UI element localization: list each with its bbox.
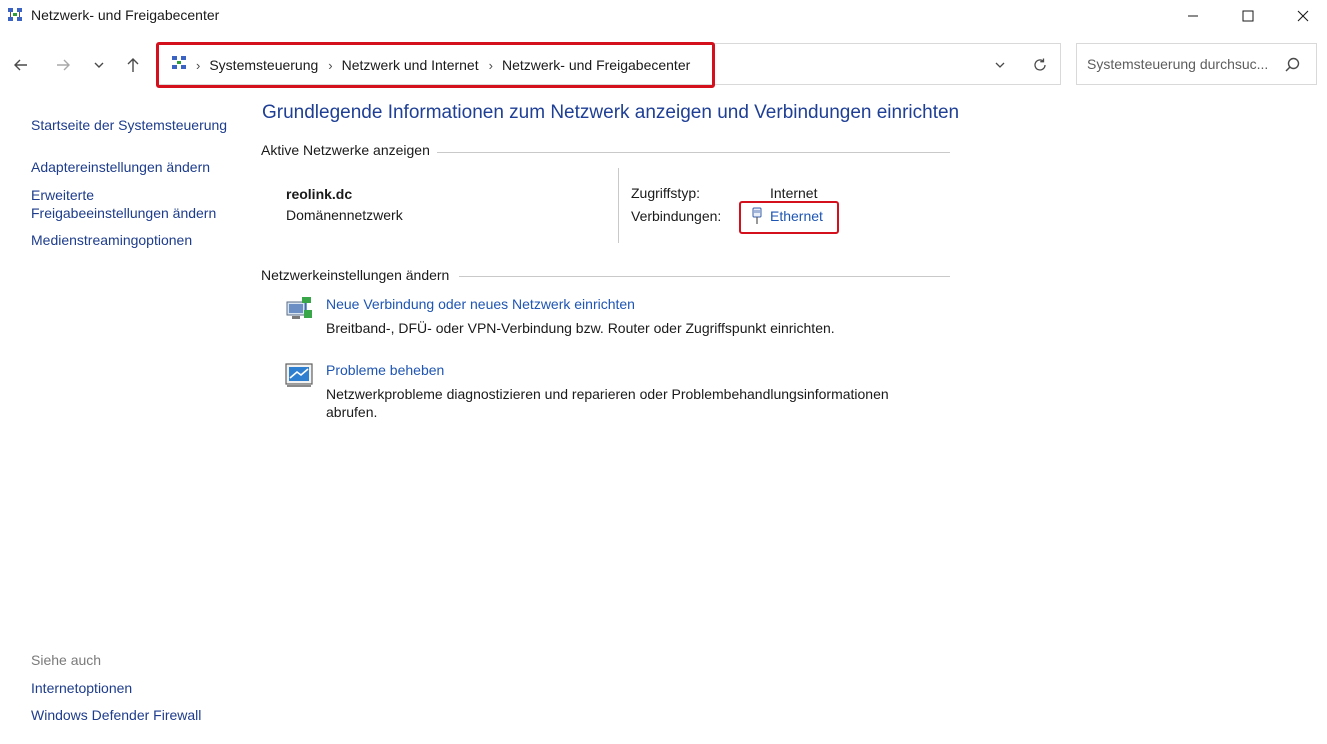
- section-divider: [437, 152, 950, 153]
- breadcrumb-netzwerk-internet[interactable]: Netzwerk und Internet: [342, 57, 479, 73]
- arrow-right-icon: [57, 59, 70, 71]
- access-type-value: Internet: [770, 185, 818, 201]
- control-panel-icon: [172, 56, 186, 69]
- title-bar: Netzwerk- und Freigabecenter: [0, 0, 1327, 32]
- network-category: Domänennetzwerk: [286, 207, 403, 223]
- breadcrumb-separator-icon[interactable]: ›: [489, 58, 493, 73]
- sidebar-link-sharing-line1: Erweiterte: [31, 187, 95, 203]
- sidebar-link-sharing-settings[interactable]: Erweiterte Freigabeeinstellungen ändern: [31, 186, 231, 222]
- maximize-icon: [1242, 10, 1254, 22]
- new-connection-description: Breitband-, DFÜ- oder VPN-Verbindung bzw…: [326, 320, 835, 336]
- sidebar-link-adapter-settings[interactable]: Adaptereinstellungen ändern: [31, 158, 210, 176]
- minimize-icon: [1188, 15, 1198, 17]
- window-title: Netzwerk- und Freigabecenter: [31, 7, 220, 23]
- refresh-button[interactable]: [1028, 53, 1052, 77]
- see-also-heading: Siehe auch: [31, 652, 102, 668]
- troubleshoot-icon: [285, 363, 313, 387]
- sidebar-link-internet-options[interactable]: Internetoptionen: [31, 679, 132, 697]
- new-connection-link[interactable]: Neue Verbindung oder neues Netzwerk einr…: [326, 296, 635, 312]
- breadcrumb: › Systemsteuerung › Netzwerk und Interne…: [196, 56, 700, 74]
- access-type-label: Zugriffstyp:: [631, 185, 700, 201]
- minimize-button[interactable]: [1170, 0, 1216, 32]
- breadcrumb-separator-icon[interactable]: ›: [196, 58, 200, 73]
- arrow-up-icon: [127, 58, 139, 72]
- section-divider: [459, 276, 950, 277]
- refresh-icon: [1034, 58, 1046, 71]
- chevron-down-icon: [94, 62, 104, 68]
- search-input[interactable]: [1087, 56, 1277, 72]
- ethernet-icon[interactable]: [750, 207, 764, 225]
- up-button[interactable]: [121, 53, 145, 77]
- ethernet-connection-link[interactable]: Ethernet: [770, 208, 823, 224]
- chevron-down-icon: [995, 62, 1005, 68]
- sidebar-link-sharing-line2: Freigabeeinstellungen ändern: [31, 205, 217, 221]
- address-history-button[interactable]: [988, 54, 1012, 76]
- close-button[interactable]: [1280, 0, 1326, 32]
- arrow-left-icon: [14, 59, 27, 71]
- new-connection-icon: [286, 297, 312, 319]
- network-name: reolink.dc: [286, 186, 353, 202]
- sidebar-link-media-streaming[interactable]: Medienstreamingoptionen: [31, 231, 192, 249]
- forward-button[interactable]: [51, 53, 75, 77]
- section-network-settings: Netzwerkeinstellungen ändern: [261, 267, 450, 283]
- section-active-networks: Aktive Netzwerke anzeigen: [261, 142, 430, 158]
- troubleshoot-link[interactable]: Probleme beheben: [326, 362, 444, 378]
- sidebar-link-firewall[interactable]: Windows Defender Firewall: [31, 706, 201, 724]
- close-icon: [1297, 10, 1309, 22]
- sidebar-link-home[interactable]: Startseite der Systemsteuerung: [31, 116, 227, 134]
- troubleshoot-description: Netzwerkprobleme diagnostizieren und rep…: [326, 386, 889, 420]
- page-title: Grundlegende Informationen zum Netzwerk …: [262, 102, 960, 123]
- recent-locations-button[interactable]: [87, 53, 111, 77]
- breadcrumb-separator-icon[interactable]: ›: [328, 58, 332, 73]
- back-button[interactable]: [9, 53, 33, 77]
- connections-label: Verbindungen:: [631, 208, 722, 224]
- breadcrumb-systemsteuerung[interactable]: Systemsteuerung: [209, 57, 318, 73]
- breadcrumb-freigabecenter[interactable]: Netzwerk- und Freigabecenter: [502, 57, 690, 73]
- search-icon[interactable]: [1283, 56, 1301, 74]
- maximize-button[interactable]: [1225, 0, 1271, 32]
- network-divider: [618, 168, 619, 243]
- network-center-icon: [8, 8, 22, 21]
